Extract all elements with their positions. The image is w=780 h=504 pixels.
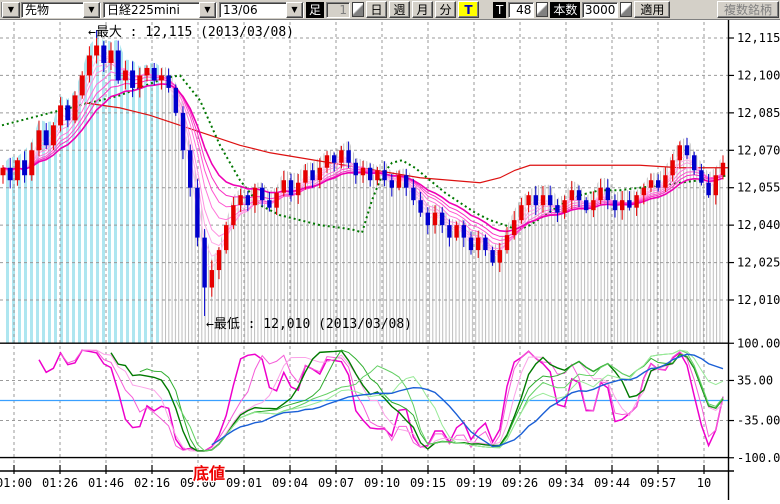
chevron-down-icon[interactable]: ▼ [2,2,20,18]
chart-svg: 12,115 12,100 12,085 12,070 12,055 12,040 12,0… [0,20,780,500]
time-axis-label: 09:44 [594,476,630,490]
price-axis-label: 12,055 [737,181,780,195]
price-axis-label: 12,070 [737,143,780,157]
chevron-down-icon[interactable]: ▼ [83,2,100,18]
time-axis-label: 01:00 [0,476,32,490]
minute-button[interactable]: 分 [435,1,456,18]
time-axis-label: 01:26 [42,476,78,490]
week-button[interactable]: 週 [389,1,410,18]
interval-field[interactable]: 1 [326,2,350,18]
spin-button[interactable] [352,2,364,17]
chevron-down-icon[interactable]: ▼ [286,2,303,18]
tick-toggle-button[interactable]: T [458,1,479,18]
time-axis-label: 09:07 [318,476,354,490]
time-axis-label: 10 [697,476,711,490]
bar-count-field[interactable]: 3000 [582,2,618,18]
time-axis-label: 09:26 [502,476,538,490]
time-axis-label: 01:46 [88,476,124,490]
price-axis-label: 12,115 [737,31,780,45]
preset-combo[interactable]: ▼ [1,2,19,18]
market-combo[interactable]: 先物 ▼ [21,2,101,18]
market-value: 先物 [22,3,83,17]
apply-button[interactable]: 適用 [634,1,670,18]
spin-button[interactable] [536,2,548,17]
bottom-price-annotation: 底値 [193,464,225,483]
count-label: 本数 [550,2,580,18]
time-axis-label: 09:15 [410,476,446,490]
contract-value: 13/06 [220,3,286,17]
symbol-combo[interactable]: 日経225mini ▼ [103,2,217,18]
price-axis-label: 12,085 [737,106,780,120]
toolbar: ▼ 先物 ▼ 日経225mini ▼ 13/06 ▼ 足 1 日 週 月 分 T… [0,0,780,20]
max-annotation: ←最大 : 12,115 (2013/03/08) [88,25,294,40]
time-axis-label: 09:34 [548,476,584,490]
price-axis-label: 12,100 [737,68,780,82]
day-button[interactable]: 日 [366,1,387,18]
chevron-down-icon[interactable]: ▼ [199,2,216,18]
time-axis-label: 09:19 [456,476,492,490]
tick-count-field[interactable]: 48 [508,2,534,18]
price-axis-label: 12,010 [737,293,780,307]
time-axis-label: 09:10 [364,476,400,490]
osc-axis-label: -35.00 [737,414,780,428]
multi-symbol-button[interactable]: 複数銘柄 [717,1,779,18]
price-axis-label: 12,040 [737,218,780,232]
time-axis-label: 09:04 [272,476,308,490]
osc-axis-label: 35.00 [737,373,773,387]
contract-combo[interactable]: 13/06 ▼ [219,2,304,18]
min-annotation: ←最低 : 12,010 (2013/03/08) [206,317,412,332]
price-axis-label: 12,025 [737,256,780,270]
time-axis-label: 09:01 [226,476,262,490]
tick-label: T [493,2,506,18]
bar-type-label: 足 [306,2,324,18]
time-axis-label: 02:16 [134,476,170,490]
spin-button[interactable] [620,2,632,17]
osc-axis-label: 100.00 [737,336,780,350]
osc-axis-label: -100.00 [737,451,780,465]
symbol-value: 日経225mini [104,3,199,17]
month-button[interactable]: 月 [412,1,433,18]
time-axis-label: 09:57 [640,476,676,490]
chart-area[interactable]: 12,115 12,100 12,085 12,070 12,055 12,040 12,0… [0,20,780,500]
